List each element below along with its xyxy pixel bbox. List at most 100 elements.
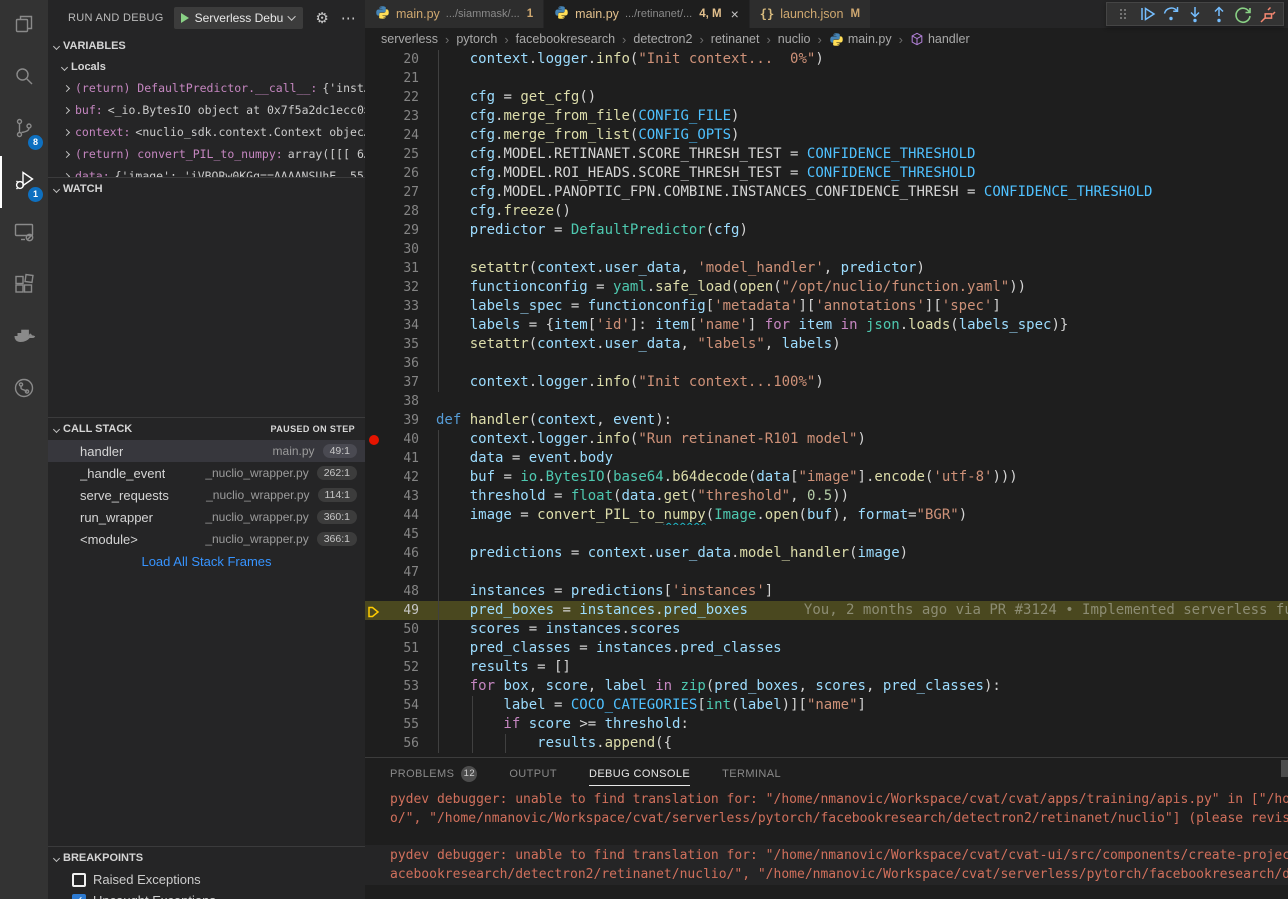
- gutter-breakpoint-area[interactable]: [365, 449, 383, 468]
- code-line-47[interactable]: 47: [365, 563, 1288, 582]
- line-number[interactable]: 32: [383, 278, 419, 297]
- breadcrumb-item-main.py[interactable]: main.py: [829, 32, 892, 47]
- code-line-35[interactable]: 35 setattr(context.user_data, "labels", …: [365, 335, 1288, 354]
- variable-row[interactable]: buf:<_io.BytesIO object at 0x7f5a2dc1ecc…: [48, 99, 365, 121]
- activity-item-git-graph[interactable]: [0, 364, 48, 416]
- editor-tab-launch.json[interactable]: {}launch.jsonM: [750, 0, 871, 28]
- code-line-46[interactable]: 46 predictions = context.user_data.model…: [365, 544, 1288, 563]
- gutter-breakpoint-area[interactable]: [365, 240, 383, 259]
- breadcrumb-item-detectron2[interactable]: detectron2: [633, 32, 692, 46]
- code-line-34[interactable]: 34 labels = {item['id']: item['name'] fo…: [365, 316, 1288, 335]
- line-number[interactable]: 29: [383, 221, 419, 240]
- line-number[interactable]: 55: [383, 715, 419, 734]
- code-line-37[interactable]: 37 context.logger.info("Init context...1…: [365, 373, 1288, 392]
- line-number[interactable]: 40: [383, 430, 419, 449]
- breadcrumb-item-nuclio[interactable]: nuclio: [778, 32, 811, 46]
- line-number[interactable]: 44: [383, 506, 419, 525]
- stack-frame[interactable]: _handle_event_nuclio_wrapper.py262:1: [48, 462, 365, 484]
- variable-row[interactable]: data:{'image': 'iVBORw0KGg==AAAANSUhE… 5…: [48, 165, 365, 177]
- stack-frame[interactable]: run_wrapper_nuclio_wrapper.py360:1: [48, 506, 365, 528]
- close-icon[interactable]: ×: [731, 6, 739, 22]
- line-number[interactable]: 26: [383, 164, 419, 183]
- gutter-breakpoint-area[interactable]: [365, 601, 383, 620]
- code-line-33[interactable]: 33 labels_spec = functionconfig['metadat…: [365, 297, 1288, 316]
- code-line-42[interactable]: 42 buf = io.BytesIO(base64.b64decode(dat…: [365, 468, 1288, 487]
- variable-row[interactable]: (return) convert_PIL_to_numpy:array([[[ …: [48, 143, 365, 165]
- gutter-breakpoint-area[interactable]: [365, 430, 383, 449]
- breadcrumb-item-pytorch[interactable]: pytorch: [456, 32, 497, 46]
- panel-tab-output[interactable]: OUTPUT: [509, 758, 557, 790]
- panel-tab-terminal[interactable]: TERMINAL: [722, 758, 781, 790]
- line-number[interactable]: 28: [383, 202, 419, 221]
- gutter-breakpoint-area[interactable]: [365, 164, 383, 183]
- code-line-41[interactable]: 41 data = event.body: [365, 449, 1288, 468]
- stack-frame[interactable]: handlermain.py49:1: [48, 440, 365, 462]
- code-line-55[interactable]: 55 if score >= threshold:: [365, 715, 1288, 734]
- line-number[interactable]: 21: [383, 69, 419, 88]
- code-line-51[interactable]: 51 pred_classes = instances.pred_classes: [365, 639, 1288, 658]
- gutter-breakpoint-area[interactable]: [365, 563, 383, 582]
- gutter-breakpoint-area[interactable]: [365, 259, 383, 278]
- code-line-32[interactable]: 32 functionconfig = yaml.safe_load(open(…: [365, 278, 1288, 297]
- line-number[interactable]: 20: [383, 50, 419, 69]
- gutter-breakpoint-area[interactable]: [365, 297, 383, 316]
- line-number[interactable]: 46: [383, 544, 419, 563]
- line-number[interactable]: 42: [383, 468, 419, 487]
- gutter-breakpoint-area[interactable]: [365, 392, 383, 411]
- code-line-38[interactable]: 38: [365, 392, 1288, 411]
- gutter-breakpoint-area[interactable]: [365, 278, 383, 297]
- line-number[interactable]: 52: [383, 658, 419, 677]
- gutter-breakpoint-area[interactable]: [365, 734, 383, 753]
- line-number[interactable]: 47: [383, 563, 419, 582]
- gutter-breakpoint-area[interactable]: [365, 582, 383, 601]
- gutter-breakpoint-area[interactable]: [365, 468, 383, 487]
- line-number[interactable]: 41: [383, 449, 419, 468]
- stack-frame[interactable]: serve_requests_nuclio_wrapper.py114:1: [48, 484, 365, 506]
- gutter-breakpoint-area[interactable]: [365, 525, 383, 544]
- code-line-49[interactable]: 49 pred_boxes = instances.pred_boxesYou,…: [365, 601, 1288, 620]
- gutter-breakpoint-area[interactable]: [365, 696, 383, 715]
- gutter-breakpoint-area[interactable]: [365, 88, 383, 107]
- stack-frame[interactable]: <module>_nuclio_wrapper.py366:1: [48, 528, 365, 550]
- code-line-56[interactable]: 56 results.append({: [365, 734, 1288, 753]
- restart-icon[interactable]: [1231, 3, 1255, 25]
- activity-item-extensions[interactable]: [0, 260, 48, 312]
- gutter-breakpoint-area[interactable]: [365, 50, 383, 69]
- code-line-39[interactable]: 39def handler(context, event):: [365, 411, 1288, 430]
- breakpoint-icon[interactable]: [369, 435, 379, 445]
- code-line-22[interactable]: 22 cfg = get_cfg(): [365, 88, 1288, 107]
- more-actions-icon[interactable]: ⋯: [341, 9, 357, 27]
- activity-item-files[interactable]: [0, 0, 48, 52]
- code-line-45[interactable]: 45: [365, 525, 1288, 544]
- activity-item-run-debug[interactable]: 1: [0, 156, 48, 208]
- breakpoint-checkbox[interactable]: ✓: [72, 894, 86, 899]
- gutter-breakpoint-area[interactable]: [365, 335, 383, 354]
- line-number[interactable]: 43: [383, 487, 419, 506]
- gutter-breakpoint-area[interactable]: [365, 544, 383, 563]
- watch-section-header[interactable]: WATCH: [48, 178, 365, 200]
- code-line-20[interactable]: 20 context.logger.info("Init context... …: [365, 50, 1288, 69]
- locals-scope-row[interactable]: Locals: [48, 57, 365, 77]
- editor-tab-main.py[interactable]: main.py.../retinanet/...4, M×: [544, 0, 750, 28]
- code-editor[interactable]: 20 context.logger.info("Init context... …: [365, 50, 1288, 757]
- variables-section-header[interactable]: VARIABLES: [48, 35, 365, 57]
- debug-config-dropdown[interactable]: Serverless Debu: [174, 7, 304, 29]
- activity-item-source-control[interactable]: 8: [0, 104, 48, 156]
- panel-tab-debug-console[interactable]: DEBUG CONSOLE: [589, 758, 690, 790]
- gutter-breakpoint-area[interactable]: [365, 715, 383, 734]
- line-number[interactable]: 39: [383, 411, 419, 430]
- gutter-breakpoint-area[interactable]: [365, 145, 383, 164]
- gutter-breakpoint-area[interactable]: [365, 69, 383, 88]
- line-number[interactable]: 38: [383, 392, 419, 411]
- panel-scrollbar[interactable]: [1281, 760, 1288, 777]
- start-debug-icon[interactable]: [181, 13, 189, 23]
- callstack-section-header[interactable]: CALL STACK PAUSED ON STEP: [48, 418, 365, 440]
- line-number[interactable]: 33: [383, 297, 419, 316]
- code-line-50[interactable]: 50 scores = instances.scores: [365, 620, 1288, 639]
- gutter-breakpoint-area[interactable]: [365, 639, 383, 658]
- line-number[interactable]: 51: [383, 639, 419, 658]
- code-line-30[interactable]: 30: [365, 240, 1288, 259]
- gear-icon[interactable]: ⚙: [315, 9, 328, 27]
- step-over-icon[interactable]: [1159, 3, 1183, 25]
- code-line-28[interactable]: 28 cfg.freeze(): [365, 202, 1288, 221]
